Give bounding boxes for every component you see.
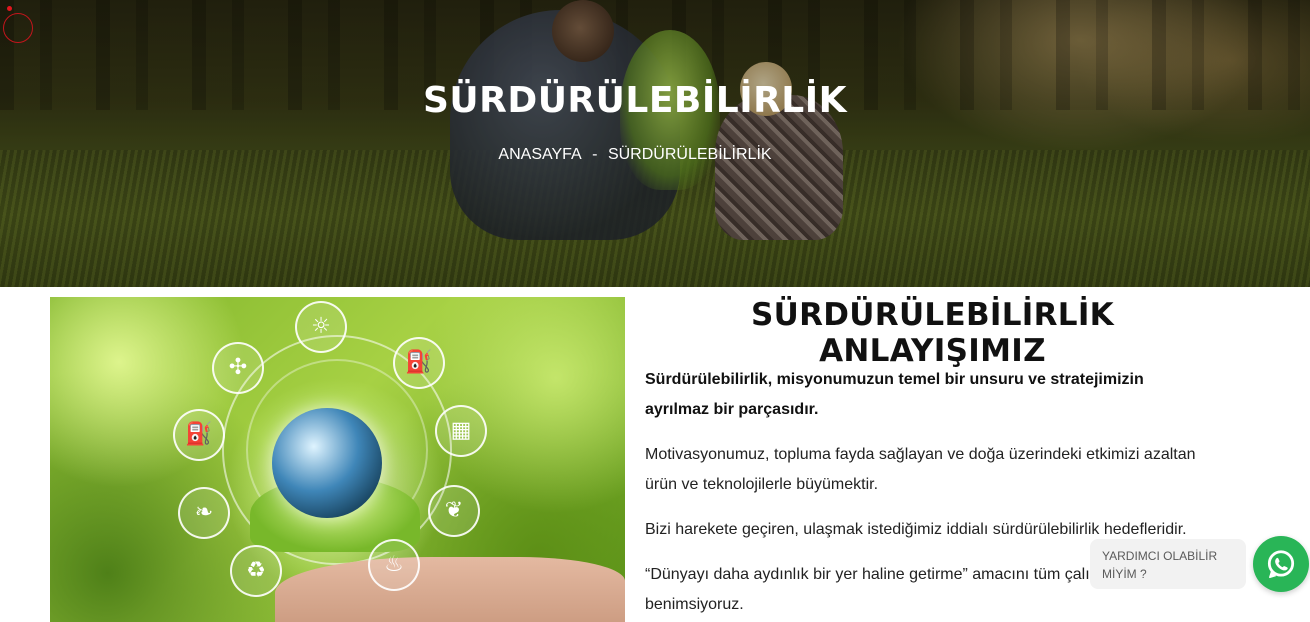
sun-icon: ☼ — [295, 301, 347, 353]
fuel-pump-icon: ⛽ — [173, 409, 225, 461]
image-hands — [275, 557, 625, 622]
loading-spinner-icon — [3, 13, 33, 43]
corn-icon: ❦ — [428, 485, 480, 537]
fire-icon: ♨ — [368, 539, 420, 591]
leaf-drop-icon: ❧ — [178, 487, 230, 539]
globe-icon — [272, 408, 382, 518]
breadcrumb-home-link[interactable]: ANASAYFA — [498, 146, 581, 164]
section-title: SÜRDÜRÜLEBİLİRLİK ANLAYIŞIMIZ — [751, 297, 1114, 369]
solar-panel-icon: ▦ — [435, 405, 487, 457]
breadcrumb: ANASAYFA - SÜRDÜRÜLEBİLİRLİK — [0, 146, 1270, 164]
breadcrumb-current: SÜRDÜRÜLEBİLİRLİK — [607, 146, 772, 163]
intro-paragraph: Sürdürülebilirlik, misyonumuzun temel bi… — [645, 371, 1144, 418]
hero-banner: SÜRDÜRÜLEBİLİRLİK ANASAYFA - SÜRDÜRÜLEBİ… — [0, 0, 1310, 287]
oil-pump-icon: ⛽ — [393, 337, 445, 389]
sustainability-image: ☼ ⛽ ▦ ❦ ♨ ♻ ❧ ⛽ ✣ — [50, 297, 625, 622]
whatsapp-button[interactable] — [1253, 536, 1309, 592]
whatsapp-icon — [1267, 550, 1295, 579]
loading-dot-icon — [7, 6, 12, 11]
hero-overlay — [0, 0, 1310, 287]
motivation-paragraph: Motivasyonumuz, topluma fayda sağlayan v… — [645, 446, 1196, 493]
page-title: SÜRDÜRÜLEBİLİRLİK — [422, 80, 848, 121]
recycle-icon: ♻ — [230, 545, 282, 597]
breadcrumb-separator: - — [592, 146, 598, 163]
wind-turbine-icon: ✣ — [212, 342, 264, 394]
help-tooltip[interactable]: YARDIMCI OLABİLİR MİYİM ? — [1090, 539, 1246, 589]
